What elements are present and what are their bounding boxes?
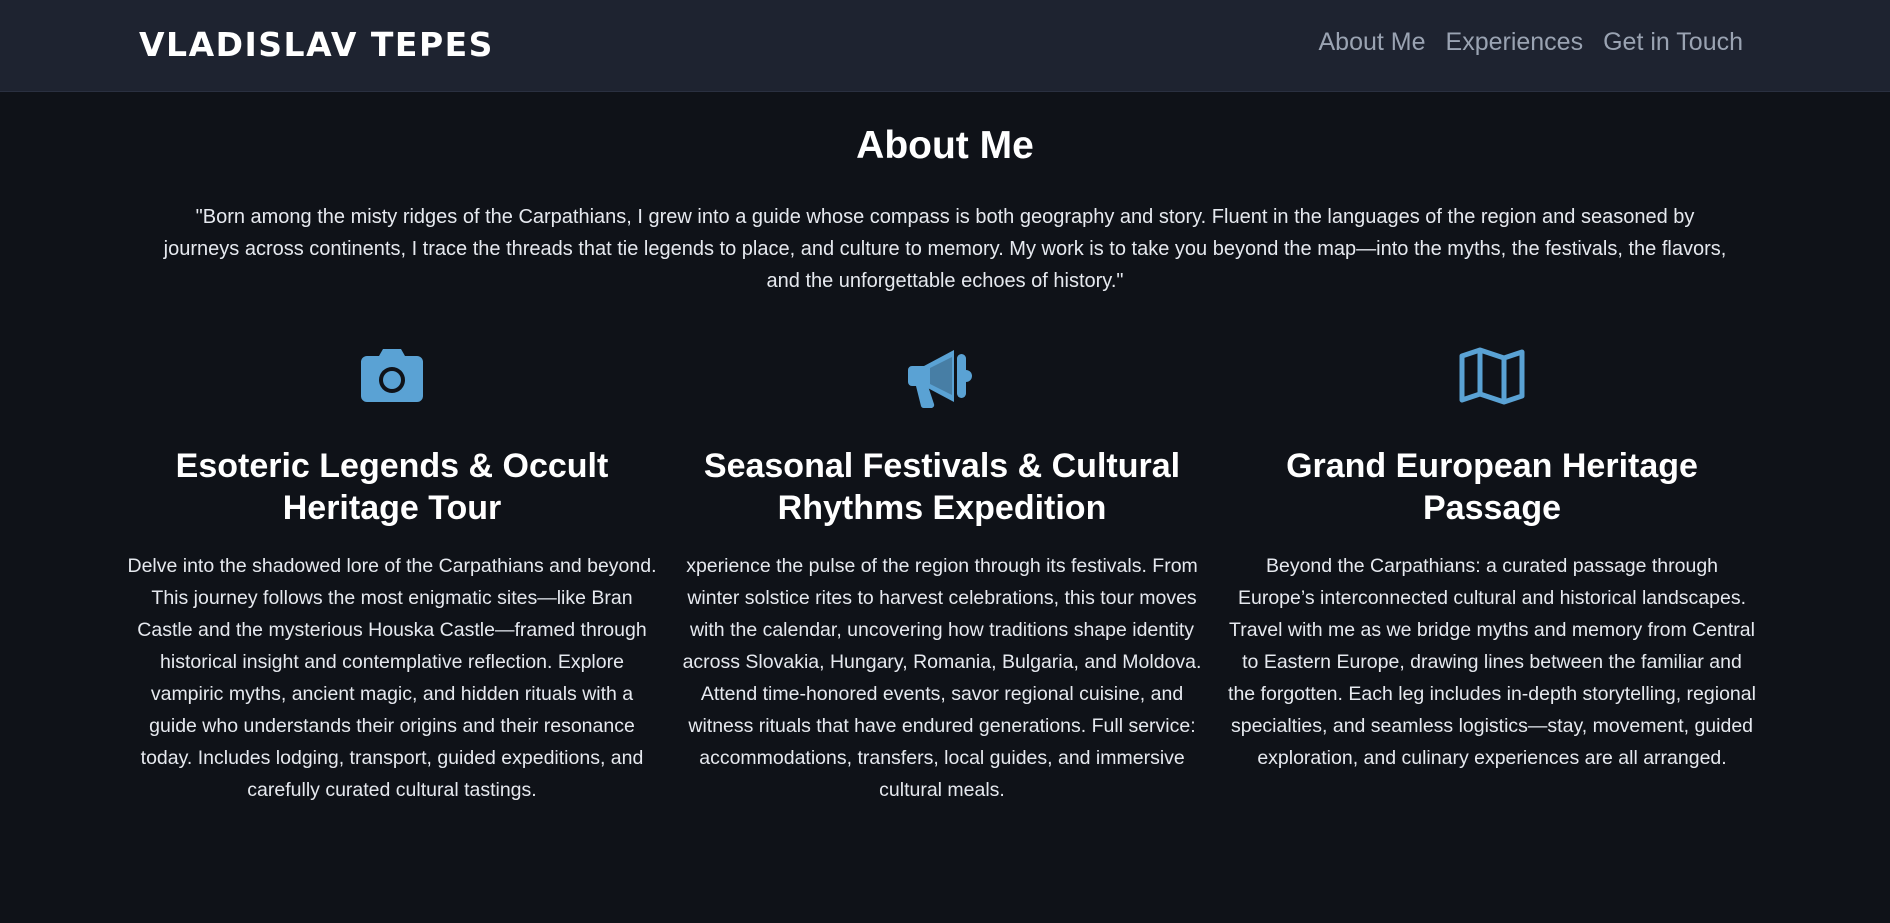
megaphone-icon	[908, 350, 972, 409]
about-title: About Me	[856, 124, 1034, 167]
map-icon	[1459, 347, 1525, 405]
about-quote: "Born among the misty ridges of the Carp…	[163, 206, 1727, 292]
tour-card-esoteric: Esoteric Legends & Occult Heritage Tour …	[127, 340, 657, 801]
nav-link-about-me[interactable]: About Me	[1319, 30, 1426, 55]
nav-link-experiences[interactable]: Experiences	[1446, 30, 1584, 55]
camera-icon	[361, 349, 423, 402]
navbar: VLADISLAV TEPES About Me Experiences Get…	[0, 0, 1890, 92]
tour-description: Beyond the Carpathians: a curated passag…	[1228, 555, 1756, 769]
site-brand[interactable]: VLADISLAV TEPES	[139, 28, 494, 61]
tour-title: Esoteric Legends & Occult Heritage Tour	[175, 447, 609, 527]
tour-description: Delve into the shadowed lore of the Carp…	[127, 555, 657, 801]
nav-link-get-in-touch[interactable]: Get in Touch	[1603, 30, 1743, 55]
tour-title: Grand European Heritage Passage	[1286, 447, 1698, 527]
tour-title: Seasonal Festivals & Cultural Rhythms Ex…	[703, 447, 1181, 527]
main-nav: About Me Experiences Get in Touch	[1319, 30, 1744, 55]
tour-description: xperience the pulse of the region throug…	[682, 555, 1202, 801]
tour-card-festivals: Seasonal Festivals & Cultural Rhythms Ex…	[677, 340, 1207, 801]
tour-card-heritage: Grand European Heritage Passage Beyond t…	[1227, 340, 1757, 769]
